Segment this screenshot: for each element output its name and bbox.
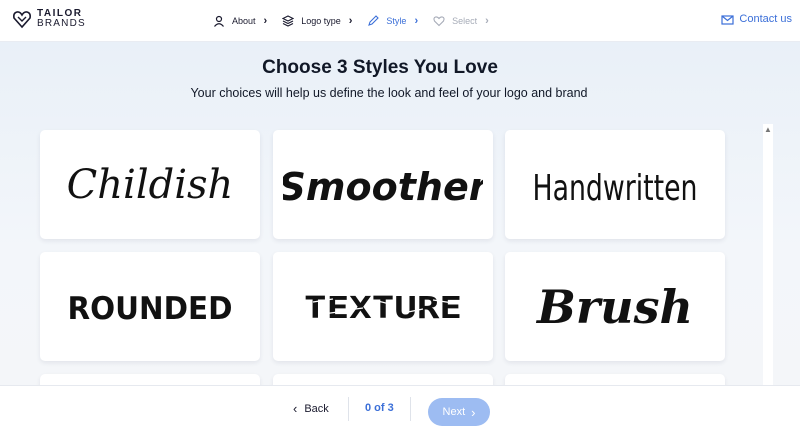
style-card-partial[interactable] — [505, 374, 725, 385]
page-title: Choose 3 Styles You Love — [262, 57, 498, 78]
logo-line2: BRANDS — [37, 18, 86, 29]
step-select: Select › — [432, 14, 489, 28]
contact-us-link[interactable]: Contact us — [721, 13, 792, 25]
style-name: TEXTURE — [304, 291, 462, 326]
step-about[interactable]: About › — [212, 14, 267, 28]
chevron-left-icon: ‹ — [293, 401, 298, 416]
footer-nav: ‹ Back 0 of 3 Next › — [0, 385, 800, 431]
top-header: TAILOR BRANDS About › Logo type › Style … — [0, 0, 800, 42]
style-preview: ROUNDED — [68, 291, 233, 327]
style-card-texture[interactable]: TEXTURE — [273, 252, 493, 361]
contact-label: Contact us — [739, 13, 792, 25]
tailor-brands-logo[interactable]: TAILOR BRANDS — [12, 9, 86, 29]
user-icon — [212, 14, 226, 28]
page-subtitle: Your choices will help us define the loo… — [190, 86, 588, 100]
step-label: Select — [452, 16, 478, 26]
next-label: Next — [442, 406, 466, 418]
step-label: Logo type — [301, 16, 341, 26]
chevron-right-icon: › — [263, 15, 268, 27]
step-logo-type[interactable]: Logo type › — [281, 14, 352, 28]
divider — [348, 397, 349, 421]
mail-icon — [721, 14, 735, 25]
style-card-handwritten[interactable]: Handwritten — [505, 130, 725, 239]
step-label: About — [232, 16, 256, 26]
style-card-partial[interactable] — [273, 374, 493, 385]
back-label: Back — [304, 402, 329, 415]
style-card-rounded[interactable]: ROUNDED — [40, 252, 260, 361]
selection-counter: 0 of 3 — [365, 402, 394, 414]
logo-heart-icon — [13, 11, 31, 29]
heart-icon — [432, 14, 446, 28]
style-card-brush[interactable]: Brush — [505, 252, 725, 361]
scrollbar[interactable] — [763, 124, 773, 385]
style-preview: TEXTURE — [304, 291, 462, 326]
chevron-right-icon: › — [471, 404, 476, 420]
step-style[interactable]: Style › — [366, 14, 418, 28]
style-preview: Smoother — [283, 165, 483, 209]
main-content: Choose 3 Styles You Love Your choices wi… — [0, 42, 800, 385]
back-button[interactable]: ‹ Back — [293, 401, 329, 416]
next-button[interactable]: Next › — [428, 398, 490, 426]
style-card-smoother[interactable]: Smoother — [273, 130, 493, 239]
style-card-partial[interactable] — [40, 374, 260, 385]
style-name: Handwritten — [533, 168, 698, 209]
layers-icon — [281, 14, 295, 28]
pencil-icon — [366, 14, 380, 28]
chevron-right-icon: › — [414, 15, 419, 27]
chevron-right-icon: › — [348, 15, 353, 27]
style-preview: Brush — [535, 280, 693, 334]
style-preview: Childish — [67, 162, 234, 208]
style-name: Brush — [535, 280, 693, 334]
divider — [410, 397, 411, 421]
style-card-childish[interactable]: Childish — [40, 130, 260, 239]
style-name: Childish — [67, 162, 234, 208]
progress-steps: About › Logo type › Style › Select › — [212, 0, 503, 42]
style-name: ROUNDED — [68, 291, 233, 327]
style-name: Smoother — [283, 165, 483, 209]
scroll-up-arrow-icon[interactable]: ▲ — [764, 125, 772, 134]
chevron-right-icon: › — [485, 15, 489, 27]
step-label: Style — [386, 16, 407, 26]
style-preview: Handwritten — [533, 168, 698, 209]
